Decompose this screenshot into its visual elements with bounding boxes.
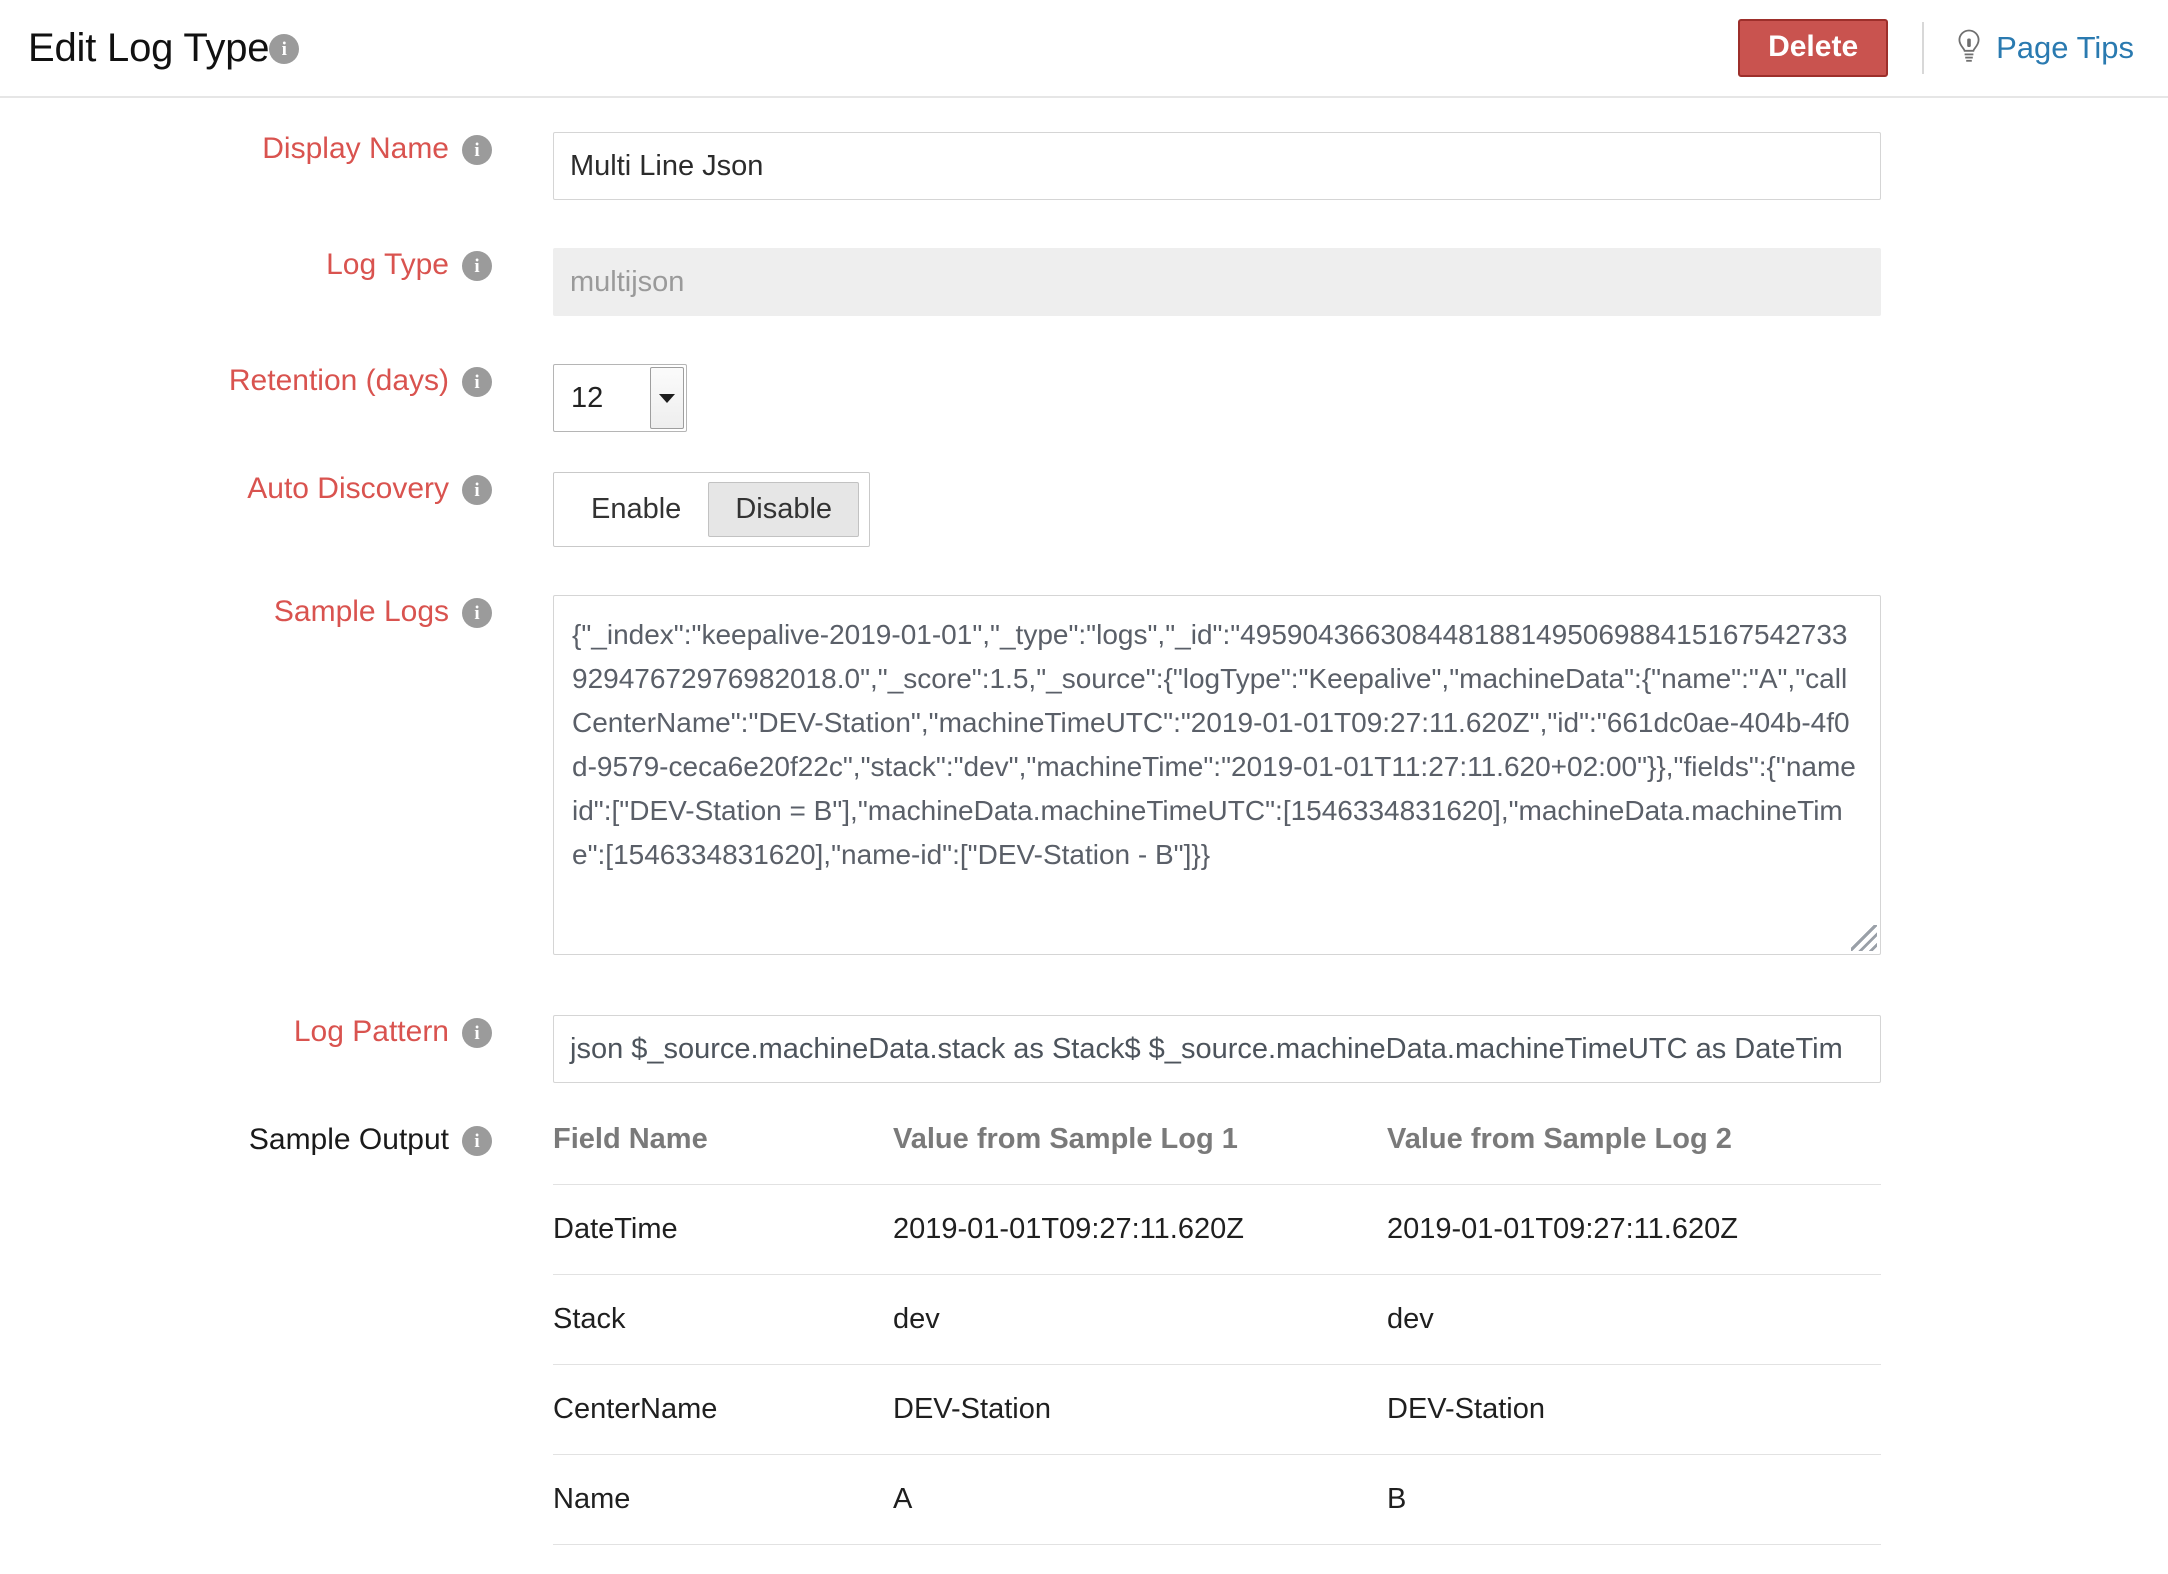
sample-logs-label: Sample Logs [274,595,449,629]
auto-discovery-field-cell: Enable Disable [492,472,2168,547]
log-pattern-label: Log Pattern [294,1015,449,1049]
display-name-label-cell: Display Name i [0,132,492,166]
log-type-info-icon[interactable]: i [462,251,492,281]
cell-field-name: CenterName [553,1365,893,1455]
log-pattern-input[interactable]: json $_source.machineData.stack as Stack… [553,1015,1881,1083]
cell-value-1: A [893,1455,1387,1545]
cell-value-2: dev [1387,1275,1881,1365]
auto-discovery-toggle: Enable Disable [553,472,870,547]
auto-discovery-label-cell: Auto Discovery i [0,472,492,506]
log-type-input [553,248,1881,316]
auto-discovery-option-enable[interactable]: Enable [564,482,708,537]
cell-value-1: dev [893,1275,1387,1365]
log-pattern-info-icon[interactable]: i [462,1018,492,1048]
form-row-auto-discovery: Auto Discovery i Enable Disable [0,472,2168,547]
sample-logs-textarea[interactable]: {"_index":"keepalive-2019-01-01","_type"… [553,595,1881,955]
cell-value-2: DEV-Station [1387,1365,1881,1455]
cell-field-name: Name [553,1455,893,1545]
display-name-field-cell [492,132,2168,200]
page-title: Edit Log Type [28,26,269,71]
header-actions: Delete Page Tips [1738,19,2134,77]
page-title-info-icon[interactable]: i [269,34,299,64]
cell-value-1: 2019-01-01T09:27:11.620Z [893,1185,1387,1275]
sample-logs-text: {"_index":"keepalive-2019-01-01","_type"… [572,613,1862,877]
resize-handle-icon[interactable] [1851,925,1877,951]
log-pattern-value: json $_source.machineData.stack as Stack… [570,1033,1843,1066]
display-name-info-icon[interactable]: i [462,135,492,165]
display-name-label: Display Name [262,132,449,166]
form-row-sample-logs: Sample Logs i {"_index":"keepalive-2019-… [0,595,2168,955]
sample-logs-info-icon[interactable]: i [462,598,492,628]
log-pattern-label-cell: Log Pattern i [0,1015,492,1049]
sample-logs-label-cell: Sample Logs i [0,595,492,629]
log-type-label: Log Type [326,248,449,282]
form-row-retention: Retention (days) i 12 [0,364,2168,432]
retention-label: Retention (days) [229,364,449,398]
sample-output-label: Sample Output [249,1123,449,1157]
table-row: CenterName DEV-Station DEV-Station [553,1365,1881,1455]
column-header-value-1: Value from Sample Log 1 [893,1123,1387,1185]
column-header-field-name: Field Name [553,1123,893,1185]
log-pattern-field-cell: json $_source.machineData.stack as Stack… [492,1015,2168,1083]
sample-output-label-cell: Sample Output i [0,1123,492,1157]
sample-output-table: Field Name Value from Sample Log 1 Value… [553,1123,1881,1545]
sample-output-info-icon[interactable]: i [462,1126,492,1156]
page-header: Edit Log Type i Delete Page Tips [0,0,2168,98]
column-header-value-2: Value from Sample Log 2 [1387,1123,1881,1185]
retention-label-cell: Retention (days) i [0,364,492,398]
cell-value-1: DEV-Station [893,1365,1387,1455]
cell-value-2: 2019-01-01T09:27:11.620Z [1387,1185,1881,1275]
form-row-display-name: Display Name i [0,132,2168,200]
table-row: Stack dev dev [553,1275,1881,1365]
table-row: DateTime 2019-01-01T09:27:11.620Z 2019-0… [553,1185,1881,1275]
page-tips-link[interactable]: Page Tips [1954,28,2134,69]
retention-field-cell: 12 [492,364,2168,432]
lightbulb-icon [1954,28,1984,69]
retention-select[interactable]: 12 [553,364,687,432]
edit-log-type-form: Display Name i Log Type i Retention (day… [0,98,2168,1545]
table-header-row: Field Name Value from Sample Log 1 Value… [553,1123,1881,1185]
form-row-sample-output: Sample Output i Field Name Value from Sa… [0,1123,2168,1545]
display-name-input[interactable] [553,132,1881,200]
retention-info-icon[interactable]: i [462,367,492,397]
header-divider [1922,22,1924,74]
form-row-log-type: Log Type i [0,248,2168,316]
page-tips-label: Page Tips [1996,30,2134,66]
form-row-log-pattern: Log Pattern i json $_source.machineData.… [0,1015,2168,1083]
delete-button[interactable]: Delete [1738,19,1888,77]
cell-field-name: DateTime [553,1185,893,1275]
sample-logs-field-cell: {"_index":"keepalive-2019-01-01","_type"… [492,595,2168,955]
sample-output-field-cell: Field Name Value from Sample Log 1 Value… [492,1123,2168,1545]
log-type-label-cell: Log Type i [0,248,492,282]
chevron-down-icon[interactable] [650,367,684,429]
auto-discovery-info-icon[interactable]: i [462,475,492,505]
table-row: Name A B [553,1455,1881,1545]
auto-discovery-label: Auto Discovery [247,472,449,506]
auto-discovery-option-disable[interactable]: Disable [708,482,859,537]
cell-field-name: Stack [553,1275,893,1365]
cell-value-2: B [1387,1455,1881,1545]
log-type-field-cell [492,248,2168,316]
